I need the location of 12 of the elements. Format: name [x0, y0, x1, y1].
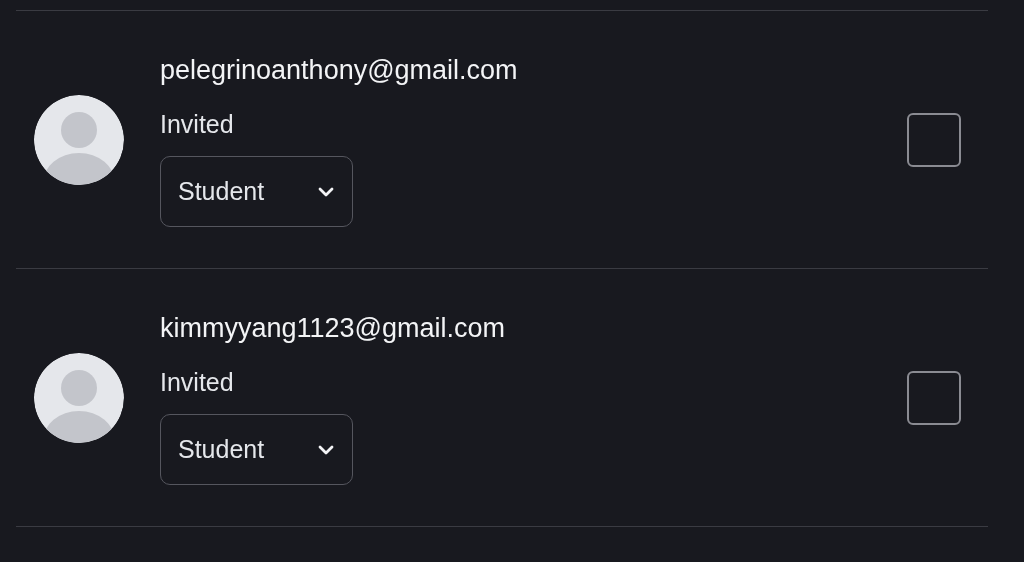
select-checkbox[interactable]: [907, 370, 961, 425]
avatar-icon: [34, 94, 124, 185]
avatar-icon: [34, 352, 124, 443]
chevron-down-icon: [318, 444, 334, 455]
member-status: Invited: [160, 367, 235, 398]
chevron-down-icon: [318, 186, 334, 197]
member-email: pelegrinoanthony@gmail.com: [160, 54, 519, 87]
member-status: Invited: [160, 109, 235, 140]
select-checkbox[interactable]: [907, 112, 961, 167]
member-email: kimmyyang1123@gmail.com: [160, 312, 507, 345]
role-dropdown[interactable]: Student: [160, 414, 353, 485]
role-dropdown[interactable]: Student: [160, 156, 353, 227]
